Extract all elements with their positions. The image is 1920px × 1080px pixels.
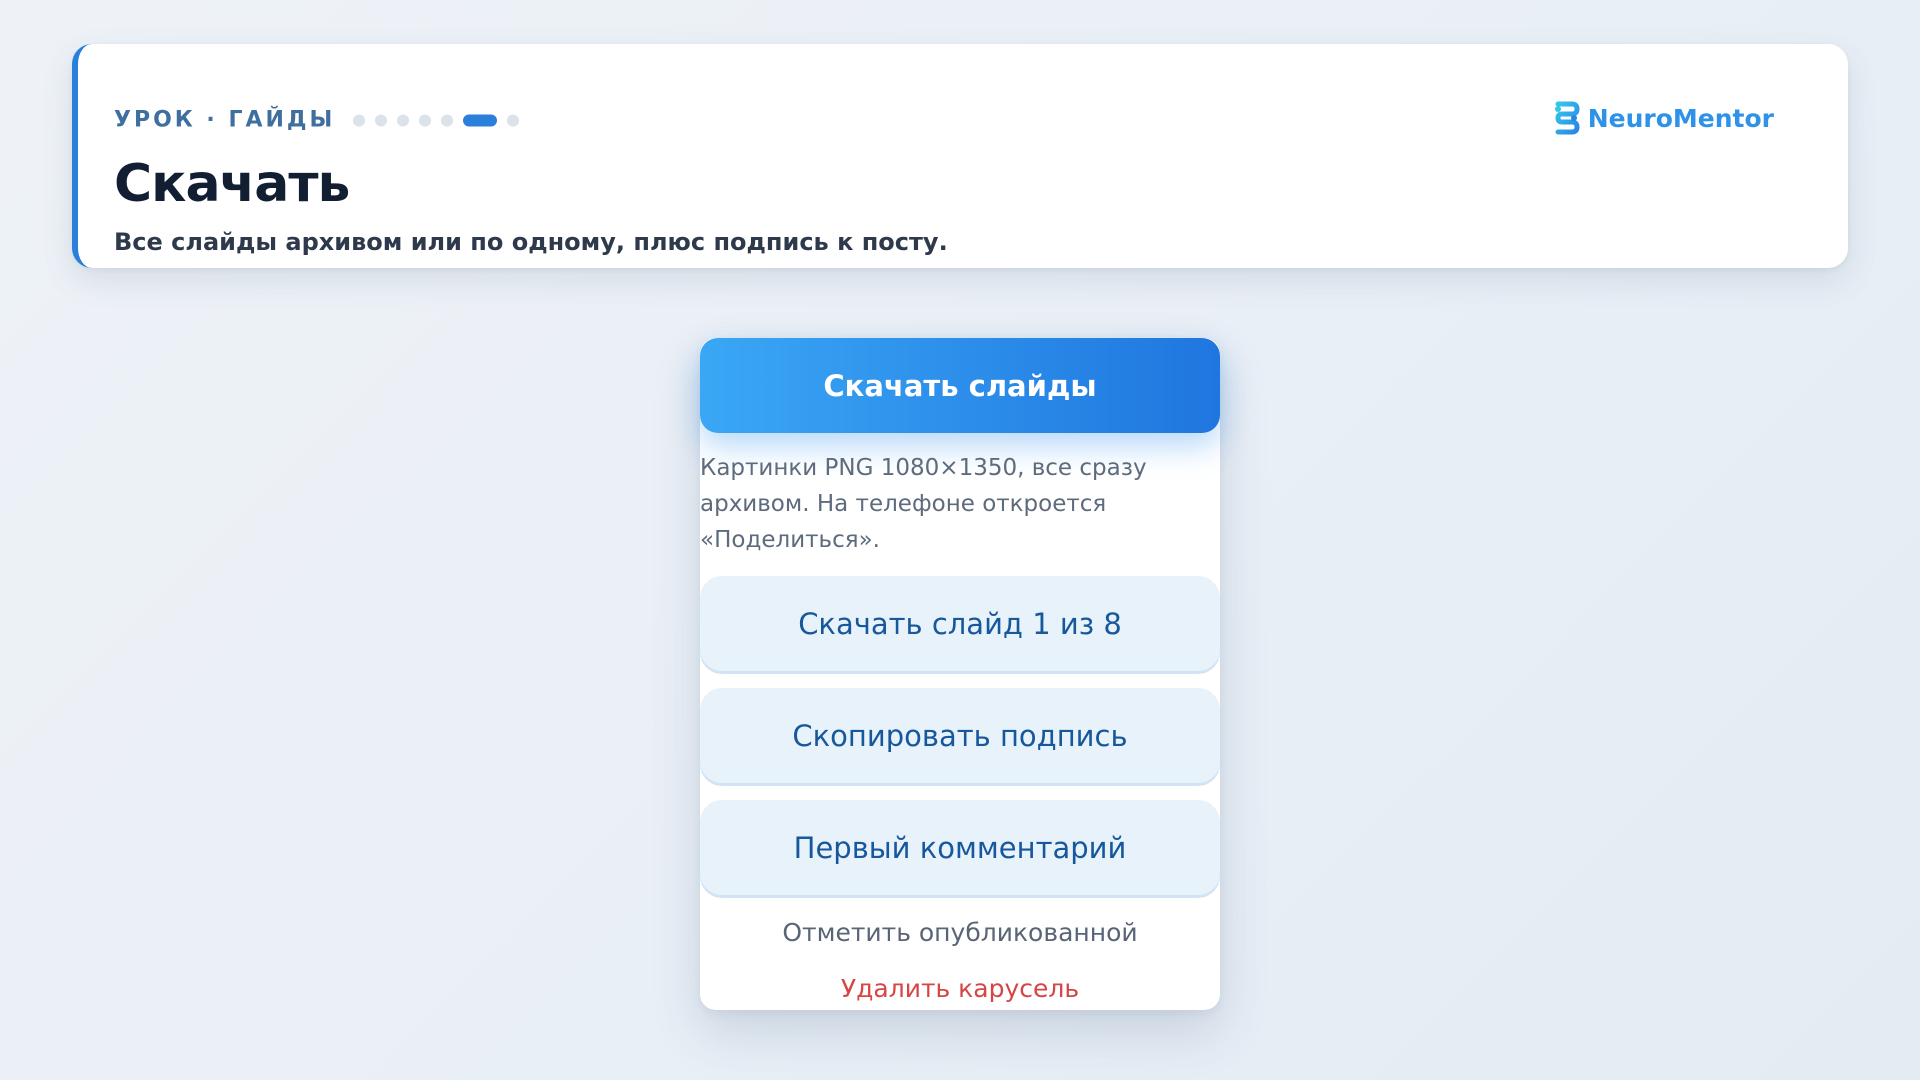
progress-dot-active — [463, 114, 498, 126]
brand-logo: NeuroMentor — [1552, 101, 1774, 135]
delete-carousel-link[interactable]: Удалить карусель — [700, 969, 1220, 1009]
progress-dot — [397, 114, 410, 126]
page-title: Скачать — [114, 154, 350, 214]
neuromentor-logo-icon — [1554, 101, 1580, 135]
copy-caption-button[interactable]: Скопировать подпись — [700, 688, 1220, 783]
progress-dot — [441, 114, 454, 126]
page-subtitle: Все слайды архивом или по одному, плюс п… — [114, 228, 948, 256]
progress-dot — [507, 114, 520, 126]
download-single-slide-button[interactable]: Скачать слайд 1 из 8 — [700, 576, 1220, 671]
progress-dot — [353, 114, 366, 126]
brand-name: NeuroMentor — [1587, 103, 1774, 133]
download-slides-button[interactable]: Скачать слайды — [700, 338, 1220, 433]
download-actions-panel: Скачать слайды Картинки PNG 1080×1350, в… — [700, 338, 1220, 1010]
progress-dot — [419, 114, 432, 126]
step-progress-indicator — [353, 114, 529, 126]
lesson-header-card: УРОК · ГАЙДЫ Скачать Все слайды архивом … — [72, 44, 1848, 268]
mark-published-link[interactable]: Отметить опубликованной — [700, 913, 1220, 953]
breadcrumb: УРОК · ГАЙДЫ — [114, 107, 336, 133]
eyebrow-row: УРОК · ГАЙДЫ — [114, 108, 529, 133]
download-hint-text: Картинки PNG 1080×1350, все сразу архиво… — [700, 455, 1147, 553]
first-comment-button[interactable]: Первый комментарий — [700, 800, 1220, 895]
progress-dot — [375, 114, 388, 126]
